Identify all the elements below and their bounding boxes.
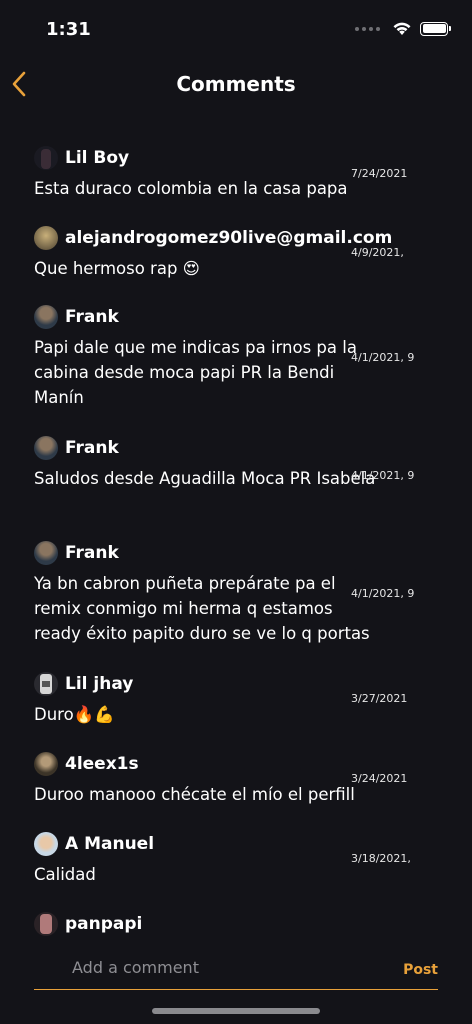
comment-username[interactable]: panpapi (65, 914, 142, 934)
comment-list[interactable]: Lil Boy Esta duraco colombia en la casa … (0, 138, 472, 948)
avatar[interactable] (34, 226, 58, 250)
status-icons (355, 21, 451, 36)
comment-text: Duro🔥💪 (34, 705, 115, 724)
comment-username[interactable]: Lil jhay (65, 674, 133, 694)
comment-username[interactable]: A Manuel (65, 834, 154, 854)
comment-date: 3/27/2021 (351, 692, 408, 705)
comment-text: Esta duraco colombia en la casa papa (34, 179, 348, 198)
post-button[interactable]: Post (403, 962, 438, 978)
comment-text: Que hermoso rap 😍 (34, 259, 200, 278)
page-title: Comments (176, 72, 296, 96)
comment-text: Calidad (34, 865, 96, 884)
comment-date: 4/1/2021, 9 (351, 351, 415, 364)
comment-input[interactable] (34, 958, 364, 977)
avatar[interactable] (34, 305, 58, 329)
comment-username[interactable]: alejandrogomez90live@gmail.com (65, 228, 392, 248)
comment-text: Ya bn cabron puñeta prepárate pa el remi… (34, 574, 370, 643)
navigation-bar: Comments (0, 60, 472, 108)
avatar[interactable] (34, 672, 58, 696)
comment-username[interactable]: Frank (65, 438, 119, 458)
avatar[interactable] (34, 146, 58, 170)
status-time: 1:31 (46, 19, 91, 40)
avatar[interactable] (34, 436, 58, 460)
comment-date: 4/9/2021, (351, 246, 404, 259)
comment-username[interactable]: Frank (65, 543, 119, 563)
avatar[interactable] (34, 752, 58, 776)
avatar[interactable] (34, 541, 58, 565)
status-bar: 1:31 (0, 0, 472, 56)
wifi-icon (393, 22, 411, 35)
signal-icon (355, 26, 380, 31)
comment-item: panpapi (34, 912, 472, 936)
home-indicator[interactable] (152, 1008, 320, 1014)
comment-composer: Post (34, 952, 438, 990)
comment-text: Duroo manooo chécate el mío el perfill (34, 785, 355, 804)
comment-username[interactable]: 4leex1s (65, 754, 139, 774)
comment-username[interactable]: Frank (65, 307, 119, 327)
comment-text: Saludos desde Aguadilla Moca PR Isabela (34, 469, 376, 488)
comment-date: 3/18/2021, (351, 852, 411, 865)
avatar[interactable] (34, 912, 58, 936)
comment-date: 4/1/2021, 9 (351, 587, 415, 600)
comment-date: 3/24/2021 (351, 772, 408, 785)
comment-date: 4/1/2021, 9 (351, 469, 415, 482)
comment-text: Papi dale que me indicas pa irnos pa la … (34, 338, 357, 407)
comment-username[interactable]: Lil Boy (65, 148, 129, 168)
comment-item: Frank Saludos desde Aguadilla Moca PR Is… (34, 436, 472, 491)
avatar[interactable] (34, 832, 58, 856)
battery-icon (420, 21, 451, 36)
comment-date: 7/24/2021 (351, 167, 408, 180)
